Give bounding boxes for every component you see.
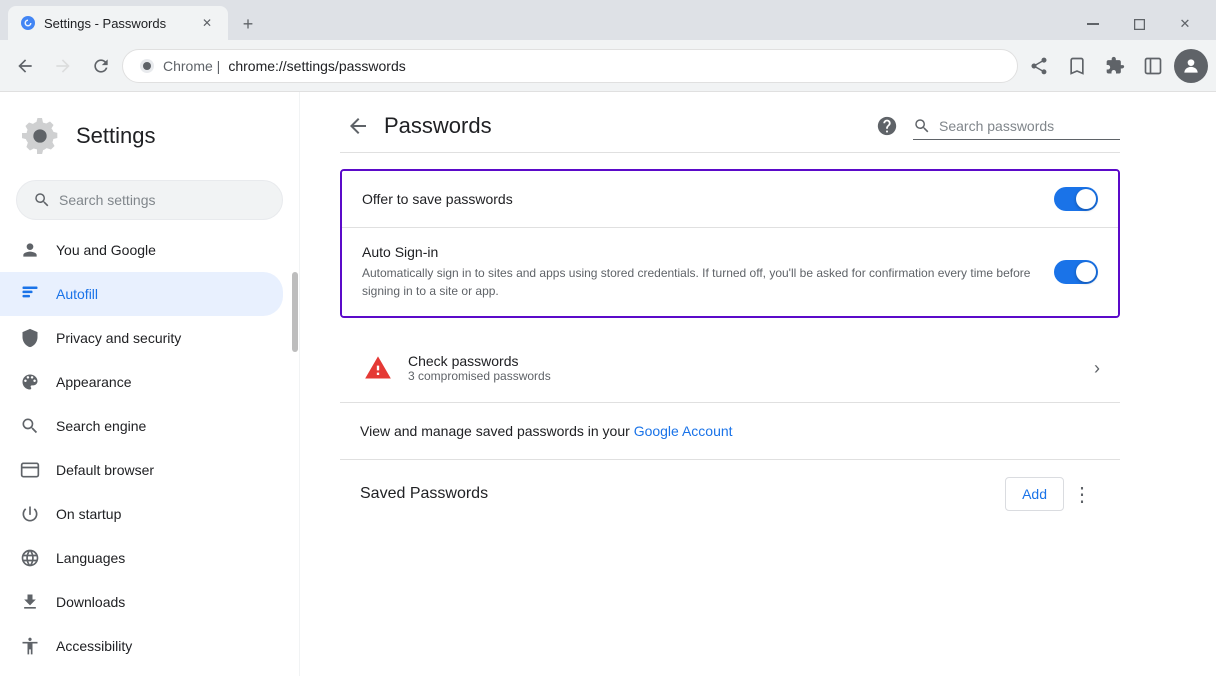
auto-signin-toggle[interactable] [1054, 260, 1098, 284]
settings-content: Passwords Offer to save passwords [300, 92, 1216, 676]
browser-icon [20, 460, 40, 480]
shield-icon [20, 328, 40, 348]
password-settings-section: Offer to save passwords Auto Sign-in Aut… [340, 169, 1120, 318]
auto-signin-info: Auto Sign-in Automatically sign in to si… [362, 244, 1054, 300]
saved-passwords-row: Saved Passwords Add ⋮ [340, 460, 1120, 528]
minimize-button[interactable] [1070, 8, 1116, 40]
address-bar[interactable]: Chrome | chrome://settings/passwords [122, 49, 1018, 83]
bookmark-button[interactable] [1060, 49, 1094, 83]
sidebar-item-search-engine[interactable]: Search engine [0, 404, 283, 448]
search-passwords-icon [913, 117, 931, 135]
auto-signin-row: Auto Sign-in Automatically sign in to si… [342, 228, 1118, 316]
site-favicon [139, 58, 155, 74]
sidebar-scrollbar[interactable] [291, 262, 299, 676]
sidebar-item-privacy[interactable]: Privacy and security [0, 316, 283, 360]
forward-button[interactable] [46, 49, 80, 83]
sidebar-item-downloads[interactable]: Downloads [0, 580, 283, 624]
check-passwords-title: Check passwords [408, 353, 1094, 369]
sidebar-item-you-and-google[interactable]: You and Google [0, 228, 283, 272]
offer-save-passwords-row: Offer to save passwords [342, 171, 1118, 228]
passwords-title: Passwords [384, 113, 861, 139]
address-path: chrome://settings/passwords [228, 58, 405, 74]
saved-passwords-label: Saved Passwords [360, 485, 1005, 503]
passwords-header: Passwords [340, 92, 1120, 153]
refresh-button[interactable] [84, 49, 118, 83]
offer-save-toggle[interactable] [1054, 187, 1098, 211]
tab-favicon [20, 15, 36, 31]
more-options-button[interactable]: ⋮ [1064, 476, 1100, 512]
sidebar-toggle-button[interactable] [1136, 49, 1170, 83]
sidebar-label-downloads: Downloads [56, 594, 125, 610]
sidebar-item-autofill[interactable]: Autofill [0, 272, 283, 316]
google-account-row: View and manage saved passwords in your … [340, 403, 1120, 460]
settings-search-input[interactable] [59, 192, 266, 208]
globe-icon [20, 548, 40, 568]
auto-signin-desc: Automatically sign in to sites and apps … [362, 264, 1054, 300]
sidebar-item-on-startup[interactable]: On startup [0, 492, 283, 536]
autofill-icon [20, 284, 40, 304]
new-tab-button[interactable]: + [232, 8, 264, 40]
settings-logo [20, 116, 60, 156]
offer-save-info: Offer to save passwords [362, 191, 1054, 207]
close-window-button[interactable]: ✕ [1162, 8, 1208, 40]
sidebar-label-you-and-google: You and Google [56, 242, 156, 258]
sidebar-item-appearance[interactable]: Appearance [0, 360, 283, 404]
sidebar-title: Settings [76, 123, 156, 149]
sidebar-label-accessibility: Accessibility [56, 638, 132, 654]
power-icon [20, 504, 40, 524]
profile-button[interactable] [1174, 49, 1208, 83]
help-button[interactable] [869, 108, 905, 144]
auto-signin-label: Auto Sign-in [362, 244, 1054, 260]
sidebar-label-appearance: Appearance [56, 374, 132, 390]
google-account-link[interactable]: Google Account [634, 423, 733, 439]
sidebar-label-on-startup: On startup [56, 506, 121, 522]
restore-button[interactable] [1116, 8, 1162, 40]
passwords-back-button[interactable] [340, 108, 376, 144]
download-icon [20, 592, 40, 612]
sidebar-label-privacy: Privacy and security [56, 330, 181, 346]
search-engine-icon [20, 416, 40, 436]
back-button[interactable] [8, 49, 42, 83]
tab-title: Settings - Passwords [44, 16, 190, 31]
search-passwords-input[interactable] [939, 118, 1120, 134]
sidebar-label-search-engine: Search engine [56, 418, 146, 434]
settings-sidebar: Settings You and Google Autofill [0, 92, 300, 676]
sidebar-header: Settings [0, 100, 299, 180]
offer-save-label: Offer to save passwords [362, 191, 1054, 207]
palette-icon [20, 372, 40, 392]
warning-icon [360, 350, 396, 386]
sidebar-item-default-browser[interactable]: Default browser [0, 448, 283, 492]
add-password-button[interactable]: Add [1005, 477, 1064, 511]
search-icon [33, 191, 51, 209]
person-icon [20, 240, 40, 260]
address-text: Chrome | chrome://settings/passwords [163, 58, 406, 74]
share-button[interactable] [1022, 49, 1056, 83]
search-passwords-field[interactable] [913, 113, 1120, 140]
accessibility-icon [20, 636, 40, 656]
extensions-menu-button[interactable] [1098, 49, 1132, 83]
sidebar-item-accessibility[interactable]: Accessibility [0, 624, 283, 668]
address-domain: Chrome | [163, 58, 220, 74]
tab-close-button[interactable]: ✕ [198, 14, 216, 32]
active-tab[interactable]: Settings - Passwords ✕ [8, 6, 228, 40]
sidebar-item-languages[interactable]: Languages [0, 536, 283, 580]
sidebar-label-autofill: Autofill [56, 286, 98, 302]
sidebar-label-languages: Languages [56, 550, 125, 566]
check-passwords-subtitle: 3 compromised passwords [408, 369, 1094, 383]
sidebar-label-default-browser: Default browser [56, 462, 154, 478]
chevron-right-icon: › [1094, 358, 1100, 379]
google-account-text: View and manage saved passwords in your [360, 423, 634, 439]
check-passwords-row[interactable]: Check passwords 3 compromised passwords … [340, 334, 1120, 403]
settings-search-bar[interactable] [16, 180, 283, 220]
check-passwords-info: Check passwords 3 compromised passwords [408, 353, 1094, 383]
